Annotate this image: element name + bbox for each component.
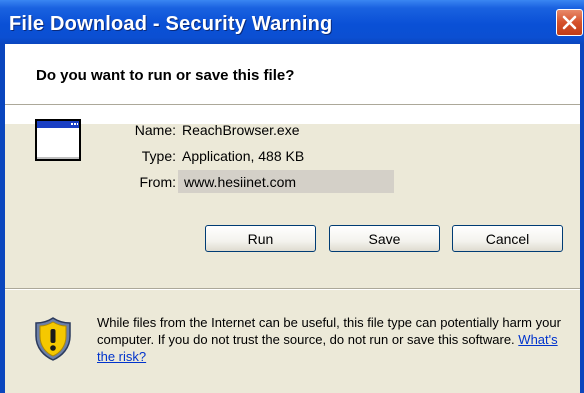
save-button[interactable]: Save (329, 225, 440, 252)
file-name-value: ReachBrowser.exe (182, 122, 300, 138)
header-separator (5, 104, 580, 106)
security-warning-message: While files from the Internet can be use… (97, 314, 575, 365)
type-label: Type: (141, 148, 176, 164)
warning-text: While files from the Internet can be use… (97, 315, 561, 347)
run-button[interactable]: Run (205, 225, 316, 252)
title-bar[interactable]: File Download - Security Warning (0, 0, 584, 44)
close-icon (562, 15, 577, 30)
file-source-value: www.hesiinet.com (184, 174, 297, 190)
name-label: Name: (134, 122, 176, 138)
file-type-value: Application, 488 KB (182, 148, 305, 164)
close-button[interactable] (556, 9, 583, 36)
window-title: File Download - Security Warning (9, 13, 333, 35)
header-panel (5, 44, 580, 124)
footer-separator (5, 288, 580, 290)
cancel-button[interactable]: Cancel (452, 225, 563, 252)
window-frame-right (580, 44, 584, 393)
application-window-icon (35, 119, 81, 161)
file-download-dialog: File Download - Security Warning Do you … (0, 0, 584, 393)
dialog-question: Do you want to run or save this file? (36, 67, 295, 84)
from-label: From: (139, 174, 176, 190)
security-shield-icon (35, 317, 71, 361)
